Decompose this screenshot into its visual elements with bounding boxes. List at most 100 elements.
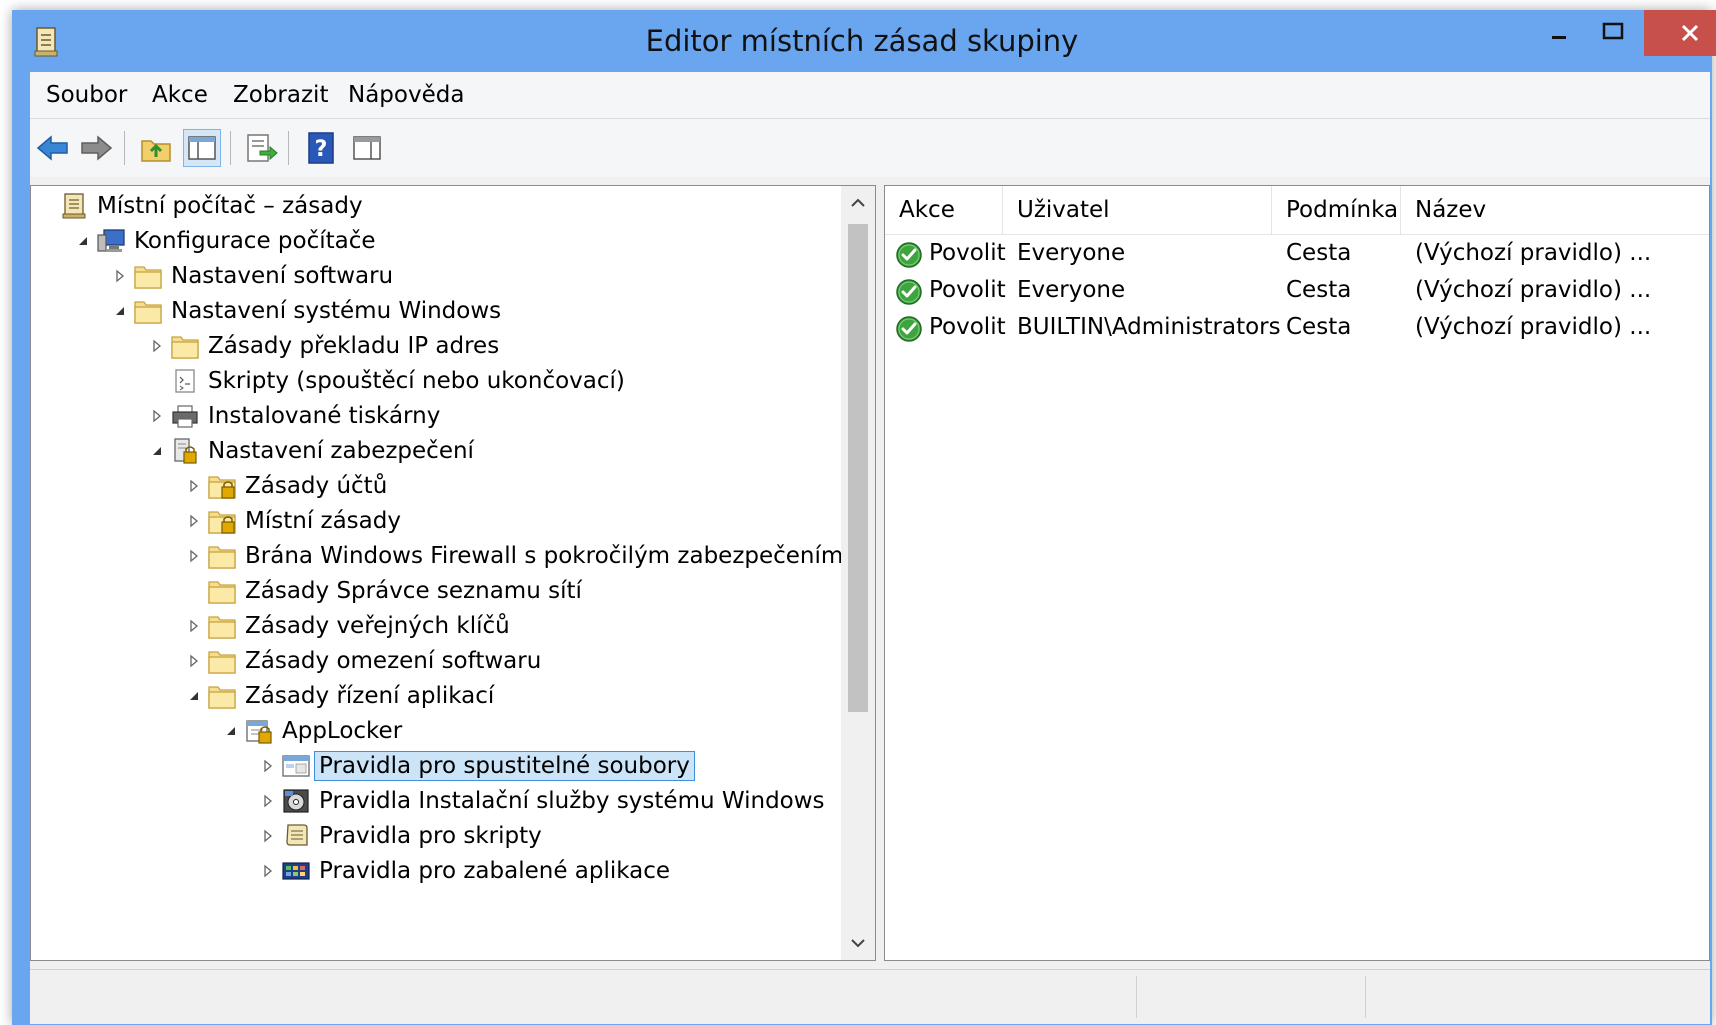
collapse-arrow-icon[interactable] xyxy=(224,724,238,738)
list-header: Akce Uživatel Podmínka Název xyxy=(885,186,1709,235)
tree-node-mistni-pocitac-zasady[interactable]: Místní počítač – zásady xyxy=(31,189,831,225)
expand-arrow-icon[interactable] xyxy=(261,794,275,808)
cell-nazev: (Výchozí pravidlo) ... xyxy=(1415,240,1652,266)
tree-node-nastaveni-zabezpeceni[interactable]: Nastavení zabezpečení xyxy=(31,434,831,470)
tree-node-zasady-spravce-seznamu-siti[interactable]: Zásady Správce seznamu sítí xyxy=(31,574,831,610)
minimize-icon xyxy=(1552,36,1566,39)
expand-arrow-icon[interactable] xyxy=(261,759,275,773)
maximize-icon xyxy=(1602,22,1624,40)
expand-arrow-icon[interactable] xyxy=(150,339,164,353)
column-header-podminka[interactable]: Podmínka xyxy=(1272,186,1401,234)
tree-node-mistni-zasady[interactable]: Místní zásady xyxy=(31,504,831,540)
tree-node-label: Pravidla pro skripty xyxy=(319,823,542,849)
close-button[interactable] xyxy=(1644,10,1716,56)
table-row[interactable]: Povolit Everyone Cesta (Výchozí pravidlo) .… xyxy=(885,273,1709,310)
expand-arrow-icon[interactable] xyxy=(113,269,127,283)
menu-zobrazit[interactable]: Zobrazit xyxy=(233,82,328,108)
tree-vertical-scrollbar[interactable] xyxy=(841,186,875,960)
status-divider xyxy=(1365,976,1366,1018)
column-header-nazev[interactable]: Název xyxy=(1401,186,1709,234)
expand-arrow-icon[interactable] xyxy=(187,654,201,668)
menu-soubor[interactable]: Soubor xyxy=(46,82,127,108)
tree-node-pravidla-pro-skripty[interactable]: Pravidla pro skripty xyxy=(31,819,831,855)
security-settings-icon xyxy=(170,437,200,465)
show-hide-action-pane-icon xyxy=(353,136,381,160)
tree-node-label: Pravidla pro zabalené aplikace xyxy=(319,858,671,884)
cell-uzivatel: BUILTIN\Administrators xyxy=(1017,314,1281,340)
cell-akce: Povolit xyxy=(929,277,1006,303)
scroll-thumb[interactable] xyxy=(848,224,868,712)
expand-arrow-icon[interactable] xyxy=(187,479,201,493)
up-folder-icon xyxy=(141,140,171,162)
maximize-button[interactable] xyxy=(1586,10,1640,56)
menu-akce[interactable]: Akce xyxy=(152,82,208,108)
applocker-icon xyxy=(244,717,274,745)
show-hide-action-pane-button[interactable] xyxy=(348,129,386,167)
close-icon xyxy=(1681,24,1699,42)
collapse-arrow-icon[interactable] xyxy=(76,234,90,248)
tree-node-label: Pravidla pro spustitelné soubory xyxy=(314,751,695,781)
expand-arrow-icon[interactable] xyxy=(187,549,201,563)
expand-arrow-icon[interactable] xyxy=(261,864,275,878)
title-bar[interactable]: Editor místních zásad skupiny xyxy=(12,10,1716,72)
table-row[interactable]: Povolit Everyone Cesta (Výchozí pravidlo) .… xyxy=(885,236,1709,273)
tree-node-label: Místní počítač – zásady xyxy=(97,193,363,219)
script-icon xyxy=(170,367,200,395)
tree-node-brana-windows-firewall-s-pokrocilym-zabezpecenim[interactable]: Brána Windows Firewall s pokročilým zabe… xyxy=(31,539,843,575)
tree-node-zasady-prekladu-ip-adres[interactable]: Zásady překladu IP adres xyxy=(31,329,831,365)
console-tree-pane[interactable]: Místní počítač – zásady Konfigurace počít… xyxy=(30,185,876,961)
help-button[interactable]: ? xyxy=(302,129,340,167)
tree-node-applocker[interactable]: AppLocker xyxy=(31,714,831,750)
expand-arrow-icon[interactable] xyxy=(187,514,201,528)
toolbar: ? xyxy=(30,119,1710,177)
tree-node-nastaveni-systemu-windows[interactable]: Nastavení systému Windows xyxy=(31,294,831,330)
folder-icon xyxy=(133,297,163,325)
tree-node-pravidla-instalacni-sluzby-systemu-windows[interactable]: Pravidla Instalační služby systému Windo… xyxy=(31,784,831,820)
folder-icon xyxy=(170,332,200,360)
details-list-pane[interactable]: Akce Uživatel Podmínka Název Povolit Ever… xyxy=(884,185,1710,961)
tree-node-zasady-verejnych-klicu[interactable]: Zásady veřejných klíčů xyxy=(31,609,831,645)
collapse-arrow-icon[interactable] xyxy=(113,304,127,318)
tree-node-instalovane-tiskarny[interactable]: Instalované tiskárny xyxy=(31,399,831,435)
tree-node-zasady-uctu[interactable]: Zásady účtů xyxy=(31,469,831,505)
tree-node-zasady-omezeni-softwaru[interactable]: Zásady omezení softwaru xyxy=(31,644,831,680)
minimize-button[interactable] xyxy=(1532,10,1586,56)
tree-node-pravidla-pro-spustitelne-soubory[interactable]: Pravidla pro spustitelné soubory xyxy=(31,749,831,785)
packaged-app-rules-icon xyxy=(281,857,311,885)
toolbar-separator xyxy=(288,131,289,165)
computer-icon xyxy=(96,227,126,255)
tree-node-zasady-rizeni-aplikaci[interactable]: Zásady řízení aplikací xyxy=(31,679,831,715)
tree-node-label: Brána Windows Firewall s pokročilým zabe… xyxy=(245,543,844,569)
folder-icon xyxy=(207,647,237,675)
expand-arrow-icon[interactable] xyxy=(150,409,164,423)
tree-node-label: Nastavení softwaru xyxy=(171,263,394,289)
script-rules-icon xyxy=(281,822,311,850)
show-hide-console-tree-button[interactable] xyxy=(183,129,221,167)
export-list-button[interactable] xyxy=(242,129,280,167)
cell-nazev: (Výchozí pravidlo) ... xyxy=(1415,277,1652,303)
tree-node-label: Nastavení systému Windows xyxy=(171,298,502,324)
window-title: Editor místních zásad skupiny xyxy=(645,24,1079,58)
tree-node-skripty-spousteci-nebo-ukoncovaci[interactable]: Skripty (spouštěcí nebo ukončovací) xyxy=(31,364,831,400)
tree-node-konfigurace-pocitace[interactable]: Konfigurace počítače xyxy=(31,224,831,260)
tree-node-pravidla-pro-zabalene-aplikace[interactable]: Pravidla pro zabalené aplikace xyxy=(31,854,831,890)
scroll-up-button[interactable] xyxy=(841,186,875,220)
back-button[interactable] xyxy=(34,129,72,167)
up-one-level-button[interactable] xyxy=(137,129,175,167)
cell-nazev: (Výchozí pravidlo) ... xyxy=(1415,314,1652,340)
scroll-down-button[interactable] xyxy=(841,926,875,960)
table-row[interactable]: Povolit BUILTIN\Administrators Cesta (Výcho… xyxy=(885,310,1709,347)
expand-arrow-icon[interactable] xyxy=(261,829,275,843)
collapse-arrow-icon[interactable] xyxy=(150,444,164,458)
client-area: Soubor Akce Zobrazit Nápověda ? Místní p… xyxy=(30,72,1710,1024)
column-header-akce[interactable]: Akce xyxy=(885,186,1003,234)
menu-napoveda[interactable]: Nápověda xyxy=(348,82,464,108)
forward-button[interactable] xyxy=(77,129,115,167)
column-header-uzivatel[interactable]: Uživatel xyxy=(1003,186,1272,234)
collapse-arrow-icon[interactable] xyxy=(187,689,201,703)
svg-text:?: ? xyxy=(315,137,328,162)
tree-node-nastaveni-softwaru[interactable]: Nastavení softwaru xyxy=(31,259,831,295)
allow-check-icon xyxy=(895,241,923,269)
expand-arrow-icon[interactable] xyxy=(187,619,201,633)
toolbar-separator xyxy=(230,131,231,165)
